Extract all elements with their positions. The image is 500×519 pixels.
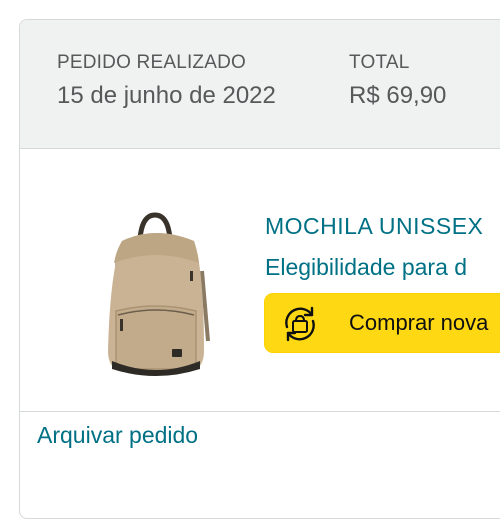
product-title-link[interactable]: MOCHILA UNISSEX — [265, 213, 483, 240]
archive-order-link[interactable]: Arquivar pedido — [37, 422, 198, 449]
buy-again-icon — [285, 306, 315, 342]
order-placed-date: 15 de junho de 2022 — [57, 82, 276, 109]
buy-again-button[interactable]: Comprar nova — [264, 293, 500, 353]
order-placed-column: PEDIDO REALIZADO 15 de junho de 2022 — [57, 52, 276, 110]
order-total-value: R$ 69,90 — [349, 82, 447, 109]
order-item: MOCHILA UNISSEX Elegibilidade para d Com… — [20, 149, 500, 412]
order-total-label: TOTAL — [349, 52, 410, 73]
buy-again-label: Comprar nova — [349, 310, 489, 335]
backpack-image[interactable] — [100, 211, 210, 377]
order-total-column: TOTAL R$ 69,90 — [349, 52, 446, 110]
order-placed-label: PEDIDO REALIZADO — [57, 52, 247, 73]
eligibility-link[interactable]: Elegibilidade para d — [265, 254, 467, 281]
order-header: PEDIDO REALIZADO 15 de junho de 2022 TOT… — [20, 20, 500, 149]
